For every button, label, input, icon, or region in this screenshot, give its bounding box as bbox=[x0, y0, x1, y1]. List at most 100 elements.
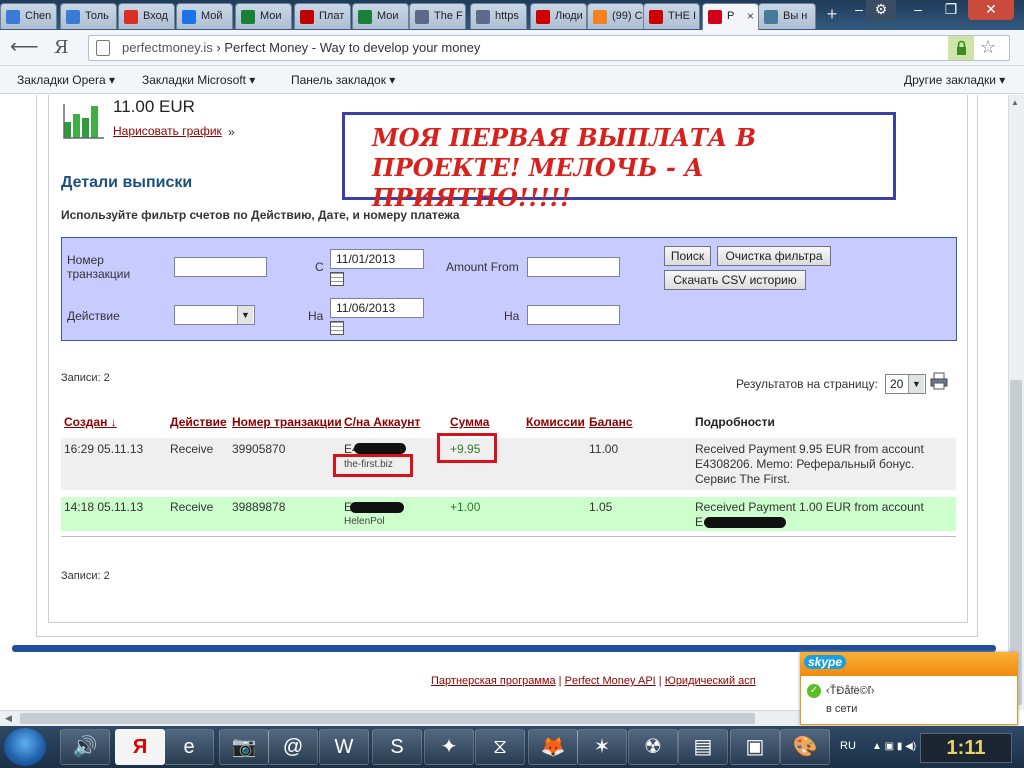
tab-item[interactable]: Мой bbox=[176, 3, 233, 29]
restore-window-button[interactable]: ❐ bbox=[936, 0, 966, 20]
tab-label: (99) С bbox=[612, 10, 643, 22]
amount-to-input[interactable] bbox=[527, 305, 620, 325]
legal-link[interactable]: Юридический асп bbox=[665, 675, 756, 687]
records-count: Записи: 2 bbox=[61, 372, 110, 384]
clear-filter-button[interactable]: Очистка фильтра bbox=[717, 246, 831, 266]
date-from-input[interactable]: 11/01/2013 bbox=[330, 249, 424, 269]
tab-item[interactable]: P × bbox=[702, 3, 759, 30]
calendar-icon[interactable] bbox=[330, 272, 344, 286]
api-link[interactable]: Perfect Money API bbox=[565, 675, 656, 687]
calendar-icon[interactable] bbox=[330, 321, 344, 335]
account-balance: 11.00 EUR bbox=[113, 97, 195, 116]
per-page-label: Результатов на страницу: bbox=[736, 377, 878, 391]
tab-label: THE I bbox=[668, 10, 697, 22]
tab-label: Мои bbox=[260, 10, 282, 22]
speaker-icon[interactable]: 🔊 bbox=[60, 729, 110, 765]
mail-agent-icon[interactable]: @ bbox=[268, 729, 318, 765]
horizontal-scroll-thumb[interactable] bbox=[20, 713, 755, 724]
tab-favicon-icon bbox=[66, 10, 80, 24]
tab-favicon-icon bbox=[241, 10, 255, 24]
word-icon[interactable]: W bbox=[319, 729, 369, 765]
close-tab-icon[interactable]: × bbox=[747, 9, 754, 23]
bookmark-opera[interactable]: Закладки Opera ▾ bbox=[17, 73, 115, 87]
tab-item[interactable]: Chen bbox=[0, 3, 57, 29]
address-text[interactable]: perfectmoney.is › Perfect Money - Way to… bbox=[122, 40, 480, 55]
column-amount[interactable]: Сумма bbox=[450, 415, 489, 429]
search-button[interactable]: Поиск bbox=[664, 246, 711, 266]
tab-label: Chen bbox=[25, 10, 52, 22]
presentation-icon[interactable]: ▣ bbox=[730, 729, 780, 765]
column-tx-number[interactable]: Номер транзакции bbox=[232, 415, 342, 429]
bookmark-other[interactable]: Другие закладки ▾ bbox=[904, 73, 1005, 87]
tab-item[interactable]: (99) С bbox=[587, 3, 644, 29]
tab-item[interactable]: Плат bbox=[294, 3, 351, 29]
tray-icons[interactable]: ▲ ▣ ▮ ◀) bbox=[872, 741, 916, 752]
tab-item[interactable]: Мои bbox=[235, 3, 292, 29]
folder-icon[interactable]: ▤ bbox=[678, 729, 728, 765]
amount-from-input[interactable] bbox=[527, 257, 620, 277]
bookmark-panel[interactable]: Панель закладок ▾ bbox=[291, 73, 395, 87]
amount-from-label: Amount From bbox=[446, 260, 519, 274]
camera-icon[interactable]: 📷 bbox=[219, 729, 269, 765]
game-icon[interactable]: ☢ bbox=[628, 729, 678, 765]
yandex-button[interactable]: Я bbox=[54, 38, 72, 58]
tx-number-input[interactable] bbox=[174, 257, 267, 277]
tab-item[interactable]: The F bbox=[409, 3, 466, 29]
paint-icon[interactable]: 🎨 bbox=[780, 729, 830, 765]
column-balance[interactable]: Баланс bbox=[589, 415, 633, 429]
tab-item[interactable]: THE I bbox=[643, 3, 700, 29]
bookmark-star-icon[interactable]: ☆ bbox=[980, 37, 996, 58]
minimize-window-button[interactable]: – bbox=[904, 0, 932, 20]
annotation-line-2: ПРОЕКТЕ! МЕЛОЧЬ - А ПРИЯТНО!!!!! bbox=[372, 153, 704, 212]
tab-item[interactable]: Вход bbox=[118, 3, 175, 29]
tab-favicon-icon bbox=[182, 10, 196, 24]
download-csv-button[interactable]: Скачать CSV историю bbox=[664, 270, 806, 290]
row-balance: 1.05 bbox=[589, 500, 613, 514]
tab-label: Вы н bbox=[783, 10, 808, 22]
start-button[interactable] bbox=[4, 728, 46, 766]
partner-program-link[interactable]: Партнерская программа bbox=[431, 675, 556, 687]
tab-label: Плат bbox=[319, 10, 345, 22]
tab-label: The F bbox=[434, 10, 463, 22]
date-to-input[interactable]: 11/06/2013 bbox=[330, 298, 424, 318]
column-created[interactable]: Создан ↓ bbox=[64, 415, 117, 429]
tab-label: Мои bbox=[377, 10, 399, 22]
settings-gear-icon[interactable]: ⚙ bbox=[866, 0, 896, 20]
scroll-up-icon[interactable]: ▲ bbox=[1011, 98, 1021, 108]
chevron-down-icon[interactable]: ▼ bbox=[908, 375, 924, 393]
column-action[interactable]: Действие bbox=[170, 415, 227, 429]
tab-item[interactable]: Вы н bbox=[758, 3, 816, 29]
back-arrow-icon[interactable]: ⟵ bbox=[10, 37, 39, 58]
firefox-icon[interactable]: 🦊 bbox=[528, 729, 578, 765]
tab-item[interactable]: https bbox=[470, 3, 527, 29]
chevron-down-icon[interactable]: ▼ bbox=[237, 306, 253, 324]
highlight-box-account bbox=[333, 454, 413, 477]
draw-chart-link[interactable]: Нарисовать график bbox=[113, 124, 222, 138]
skype-icon[interactable]: S bbox=[372, 729, 422, 765]
tab-item[interactable]: Люди bbox=[530, 3, 587, 29]
scroll-left-icon[interactable]: ◀ bbox=[5, 713, 12, 724]
tab-item[interactable]: Толь bbox=[60, 3, 117, 29]
clock[interactable]: 1:11 bbox=[920, 733, 1012, 763]
tab-item[interactable]: Мои bbox=[352, 3, 409, 29]
media-player-icon[interactable]: ⧖ bbox=[475, 729, 525, 765]
close-window-button[interactable]: ✕ bbox=[968, 0, 1014, 20]
puzzle-game-icon[interactable]: ✦ bbox=[424, 729, 474, 765]
redaction-mark bbox=[354, 443, 406, 454]
column-fee[interactable]: Комиссии bbox=[526, 415, 585, 429]
column-account[interactable]: С/на Аккаунт bbox=[344, 415, 420, 429]
star-app-icon[interactable]: ✶ bbox=[577, 729, 627, 765]
bookmark-microsoft[interactable]: Закладки Microsoft ▾ bbox=[142, 73, 255, 87]
yandex-browser-icon[interactable]: Я bbox=[115, 729, 165, 765]
print-icon[interactable] bbox=[930, 372, 948, 390]
column-created-label: Создан bbox=[64, 415, 108, 429]
redaction-mark bbox=[350, 502, 404, 513]
language-indicator[interactable]: RU bbox=[840, 740, 856, 752]
tab-favicon-icon bbox=[300, 10, 314, 24]
tab-favicon-icon bbox=[764, 10, 778, 24]
tab-label: Толь bbox=[85, 10, 109, 22]
new-tab-button[interactable]: + bbox=[822, 4, 842, 24]
tab-favicon-icon bbox=[536, 10, 550, 24]
internet-explorer-icon[interactable]: e bbox=[164, 729, 214, 765]
lock-icon[interactable] bbox=[948, 36, 974, 60]
